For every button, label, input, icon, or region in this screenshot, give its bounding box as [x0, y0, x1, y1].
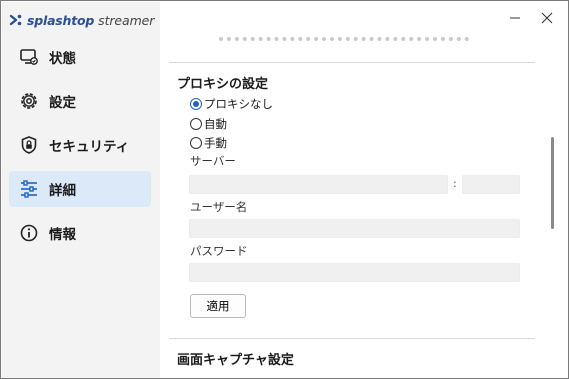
radio-auto[interactable]: 自動 — [190, 116, 227, 132]
content-pane: プロキシの設定 プロキシなし 自動 手動 サーバー : ユーザー名 パスワード … — [161, 31, 547, 377]
sliders-icon — [19, 179, 39, 199]
radio-button[interactable] — [190, 118, 202, 130]
app-window: splashtop streamer 状態 設定 セキュリティ 詳細 情報 プロ… — [0, 0, 569, 379]
sidebar-nav: 状態 設定 セキュリティ 詳細 情報 — [9, 39, 151, 259]
radio-label: プロキシなし — [204, 97, 273, 111]
password-input[interactable] — [189, 263, 520, 282]
scrollbar-thumb[interactable] — [551, 137, 554, 229]
sidebar-item-label: 詳細 — [49, 183, 76, 199]
apply-button[interactable]: 適用 — [190, 294, 246, 318]
radio-label: 自動 — [204, 117, 227, 131]
server-input[interactable] — [189, 175, 448, 194]
shield-lock-icon — [19, 135, 39, 155]
port-input[interactable] — [462, 175, 520, 194]
radio-no-proxy[interactable]: プロキシなし — [190, 96, 273, 112]
radio-label: 手動 — [204, 136, 227, 150]
minimize-button[interactable] — [502, 7, 528, 29]
username-label: ユーザー名 — [190, 200, 248, 214]
radio-button[interactable] — [190, 98, 202, 110]
brand-subtitle: streamer — [98, 12, 155, 28]
sidebar-item-status[interactable]: 状態 — [9, 39, 151, 75]
username-input[interactable] — [189, 219, 520, 238]
window-controls — [502, 7, 560, 29]
section-divider — [169, 338, 535, 339]
splashtop-logo-icon — [9, 14, 22, 26]
monitor-status-icon — [19, 47, 39, 67]
sidebar-item-label: セキュリティ — [49, 139, 130, 155]
capture-section-title: 画面キャプチャ設定 — [177, 353, 294, 368]
minimize-icon — [510, 17, 520, 19]
radio-button[interactable] — [190, 137, 202, 149]
info-icon — [19, 223, 39, 243]
sidebar: splashtop streamer 状態 設定 セキュリティ 詳細 情報 — [2, 2, 160, 378]
sidebar-item-info[interactable]: 情報 — [9, 215, 151, 251]
sidebar-item-advanced[interactable]: 詳細 — [9, 171, 151, 207]
password-label: パスワード — [190, 244, 248, 258]
sidebar-item-label: 状態 — [49, 51, 76, 67]
close-icon — [541, 12, 553, 24]
sidebar-item-label: 情報 — [49, 227, 76, 243]
close-button[interactable] — [534, 7, 560, 29]
sidebar-item-label: 設定 — [49, 95, 76, 111]
sidebar-item-settings[interactable]: 設定 — [9, 83, 151, 119]
port-separator: : — [453, 177, 457, 190]
vertical-scrollbar[interactable] — [548, 39, 556, 375]
brand-name: splashtop — [27, 12, 95, 28]
server-label: サーバー — [190, 154, 236, 168]
proxy-section-title: プロキシの設定 — [177, 77, 269, 92]
brand-logo: splashtop streamer — [9, 11, 154, 29]
gear-icon — [19, 91, 39, 111]
radio-manual[interactable]: 手動 — [190, 135, 227, 151]
sidebar-item-security[interactable]: セキュリティ — [9, 127, 151, 163]
clipped-previous-section — [219, 31, 469, 41]
section-divider — [169, 62, 535, 63]
